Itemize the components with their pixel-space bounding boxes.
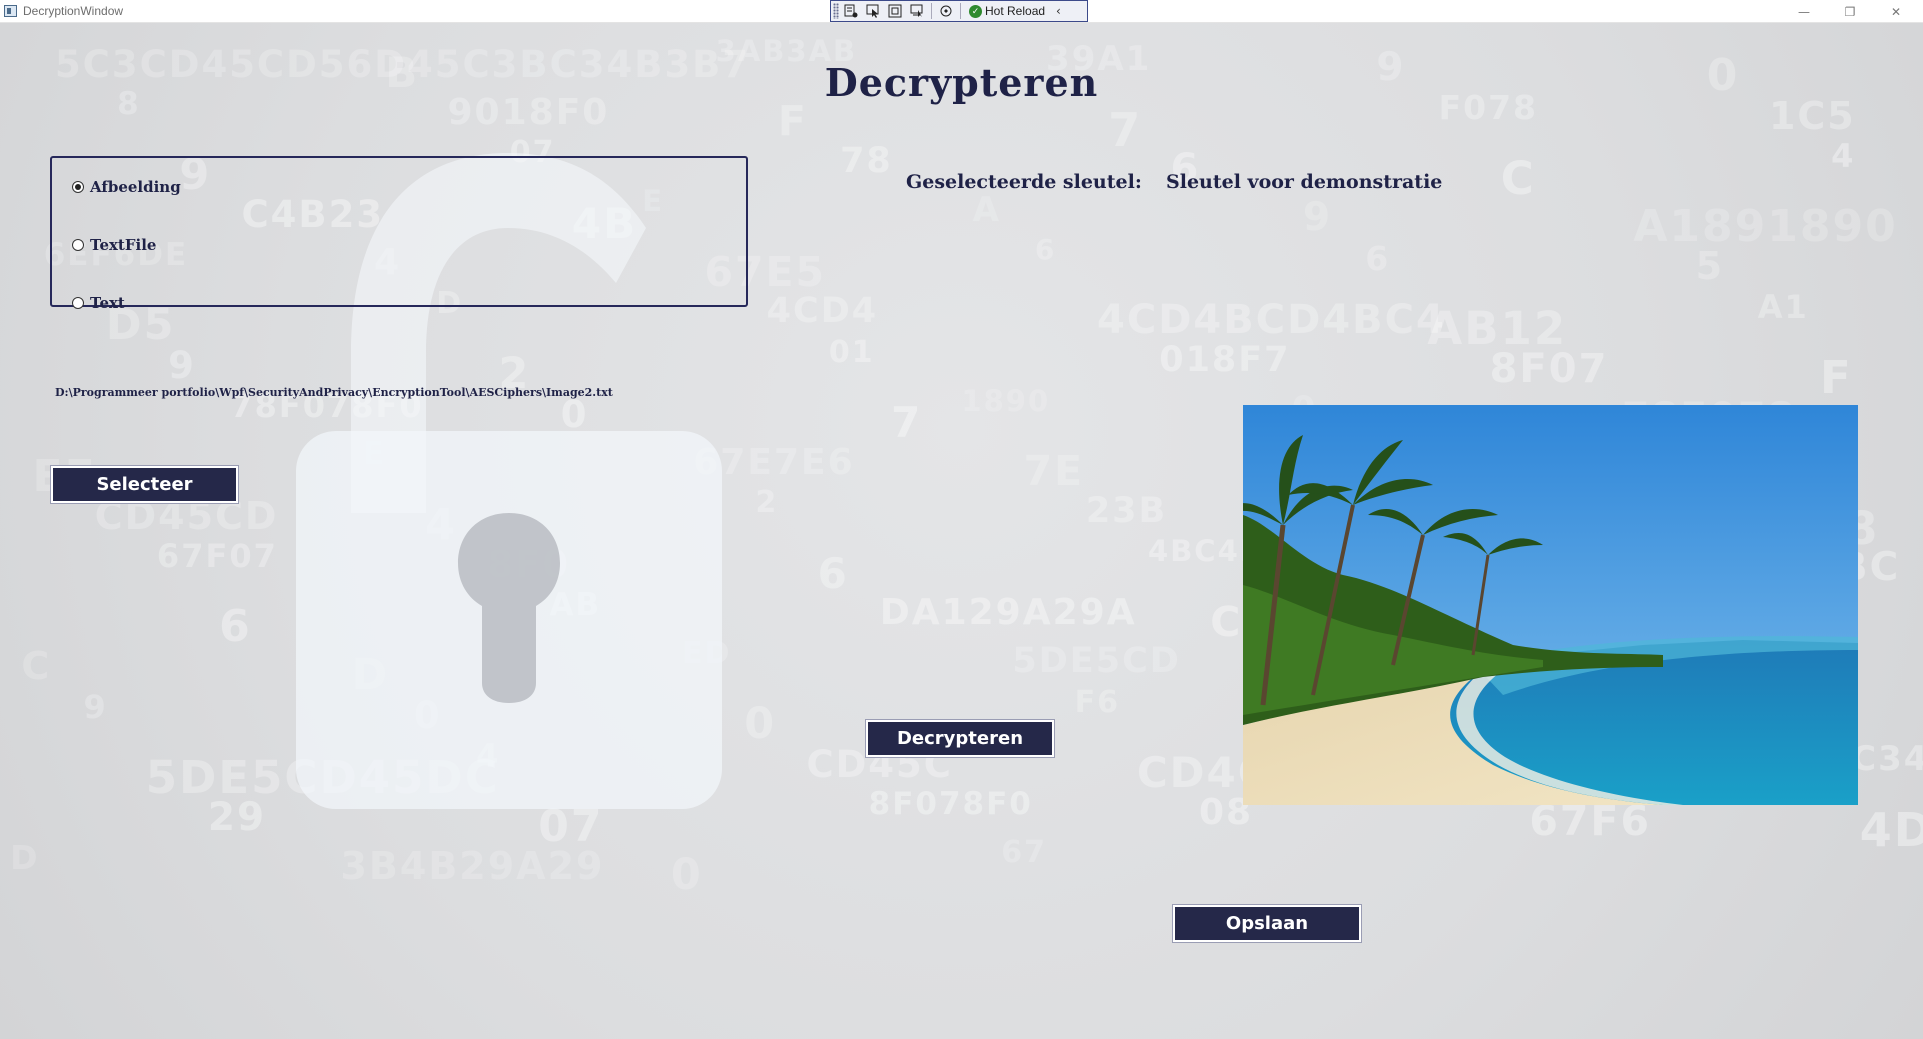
chevron-left-icon[interactable]: ‹: [1056, 4, 1061, 18]
radio-option-text[interactable]: Text: [72, 294, 125, 312]
background-hex-text: A: [972, 189, 1001, 230]
title-bar: DecryptionWindow ✓ Hot Reload ‹ — ❐ ✕: [0, 0, 1923, 23]
select-file-button[interactable]: Selecteer: [50, 465, 239, 504]
radio-label[interactable]: TextFile: [90, 236, 156, 254]
background-hex-text: 4: [476, 737, 501, 776]
background-hex-text: AB12: [1427, 302, 1568, 356]
check-icon: ✓: [969, 4, 982, 18]
radio-option-afbeelding[interactable]: Afbeelding: [72, 178, 181, 196]
binding-failures-icon[interactable]: [936, 2, 956, 20]
background-hex-text: 29: [207, 794, 267, 840]
background-hex-text: 0: [560, 392, 589, 436]
background-hex-text: C: [21, 644, 52, 689]
background-hex-text: 6: [1365, 238, 1391, 278]
background-hex-text: 8F078F0: [868, 786, 1033, 823]
background-hex-text: 1890: [961, 383, 1051, 418]
radio-button[interactable]: [72, 239, 84, 251]
background-hex-text: 67F07: [156, 537, 278, 576]
window-title: DecryptionWindow: [23, 4, 124, 18]
background-hex-text: F6: [1074, 684, 1120, 720]
background-hex-text: 6: [817, 548, 849, 598]
close-button[interactable]: ✕: [1873, 0, 1919, 23]
background-hex-text: F: [1819, 351, 1853, 405]
background-hex-text: 9: [83, 687, 108, 726]
background-hex-text: E: [362, 436, 387, 473]
background-hex-text: 6: [219, 600, 252, 652]
background-hex-text: 67E7E6: [693, 441, 855, 483]
background-hex-text: D: [351, 650, 390, 701]
background-hex-text: 8F0: [487, 543, 571, 587]
background-hex-text: 4D4BC34CD: [1859, 802, 1923, 857]
background-hex-text: 0: [670, 849, 703, 900]
radio-option-textfile[interactable]: TextFile: [72, 236, 156, 254]
display-adorners-icon[interactable]: [885, 2, 905, 20]
background-hex-text: ED: [682, 635, 732, 671]
background-hex-text: 5DE5CD45DC: [145, 751, 500, 805]
source-type-group: Afbeelding TextFile Text: [50, 156, 748, 312]
hot-reload-label: Hot Reload: [985, 4, 1046, 18]
background-hex-text: 4CD4: [766, 291, 879, 332]
selected-key-value: Sleutel voor demonstratie: [1166, 171, 1443, 193]
toolbar-separator: [960, 3, 961, 19]
background-hex-text: 78: [840, 140, 893, 181]
background-hex-text: 67: [1001, 835, 1047, 871]
decrypt-button[interactable]: Decrypteren: [865, 719, 1055, 758]
background-hex-text: 2: [755, 485, 779, 521]
background-hex-text: 9: [168, 343, 196, 387]
app-window-icon: [4, 5, 17, 17]
background-hex-text: 018F7: [1159, 340, 1291, 381]
background-hex-text: 23B: [1085, 490, 1168, 531]
radio-button[interactable]: [72, 181, 84, 193]
background-hex-text: 7: [891, 398, 923, 448]
page-title: Decrypteren: [824, 60, 1099, 105]
visual-tree-icon[interactable]: [841, 2, 861, 20]
radio-label[interactable]: Afbeelding: [90, 178, 181, 196]
radio-label[interactable]: Text: [90, 294, 125, 312]
background-hex-text: A1891890: [1633, 200, 1898, 252]
restore-button[interactable]: ❐: [1827, 0, 1873, 23]
minimize-button[interactable]: —: [1781, 0, 1827, 23]
background-hex-text: 3B4B29A29: [340, 844, 605, 889]
background-hex-text: 7: [1108, 102, 1143, 157]
background-hex-text: 8F07: [1489, 345, 1609, 392]
track-focus-icon[interactable]: [907, 2, 927, 20]
background-hex-text: D: [10, 838, 40, 878]
background-hex-text: 7E: [1023, 447, 1085, 496]
background-hex-text: 0: [413, 693, 442, 737]
decrypted-image-preview: [1243, 405, 1858, 805]
toolbar-grip-handle[interactable]: [833, 3, 839, 19]
background-hex-text: 5DE5CD: [1012, 641, 1181, 682]
hot-reload-button[interactable]: ✓ Hot Reload ‹: [965, 4, 1065, 18]
xaml-debug-toolbar: ✓ Hot Reload ‹: [830, 0, 1088, 22]
background-hex-text: 4: [1831, 137, 1856, 176]
selected-key-label: Geselecteerde sleutel:: [906, 171, 1142, 193]
background-hex-text: 9: [1303, 195, 1333, 241]
toolbar-separator: [931, 3, 932, 19]
background-hex-text: 4CD4BCD4BC4: [1097, 296, 1446, 343]
radio-button[interactable]: [72, 297, 84, 309]
background-hex-text: 01: [828, 334, 875, 370]
background-hex-text: 07: [538, 800, 604, 852]
window-content: 5C3CD45CD56D45C3BC34B3B7 B 3AB3AB 39A1 9 0 8 90…: [0, 23, 1923, 1039]
background-hex-text: C: [1500, 151, 1536, 205]
selected-file-path: D:\Programmeer portfolio\Wpf\SecurityAnd…: [55, 386, 613, 399]
background-hex-text: DA129A29A: [879, 592, 1137, 634]
background-hex-text: AB: [549, 586, 602, 623]
select-element-icon[interactable]: [863, 2, 883, 20]
background-hex-text: 5: [1695, 244, 1725, 289]
save-button[interactable]: Opslaan: [1172, 904, 1362, 943]
background-hex-text: A1: [1757, 287, 1809, 326]
background-hex-text: 6: [1034, 233, 1057, 267]
background-hex-text: 0: [744, 699, 777, 750]
background-hex-text: 4: [425, 499, 457, 550]
